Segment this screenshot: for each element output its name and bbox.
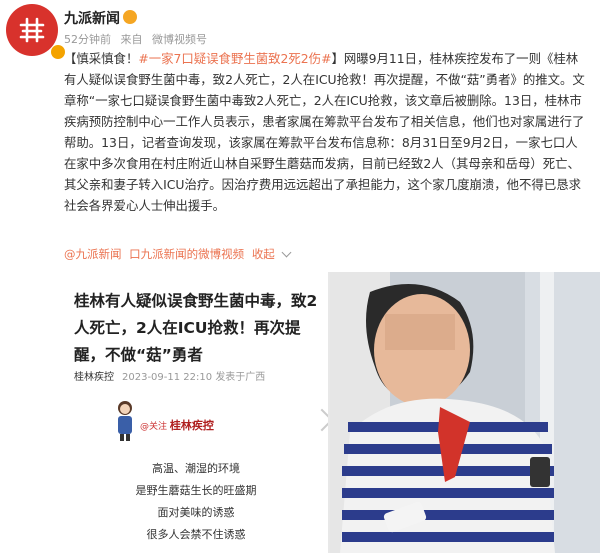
card-line: 面对美味的诱惑: [157, 506, 235, 519]
card-line: 很多人会禁不住诱惑: [146, 528, 246, 541]
member-badge-icon: [123, 10, 137, 24]
card-title: 桂林有人疑似误食野生菌中毒，致2人死亡，2人在ICU抢救！再次提醒，不做“菇”勇…: [74, 292, 318, 364]
post-footer: @九派新闻 口九派新闻的微博视频 收起: [64, 246, 298, 262]
post-body-text: 《桂林有人疑似误食野生菌中毒，致2人死亡，2人在ICU抢救！再次提醒，不做“菇”…: [64, 51, 585, 213]
post-body: 【慎采慎食！#一家7口疑误食野生菌致2死2伤#】网曝9月11日，桂林疾控发布了一…: [64, 48, 590, 216]
card-source-name: 桂林疾控: [74, 372, 114, 383]
post-time: 52分钟前: [64, 33, 111, 46]
card-text-lines: 高温、潮湿的环境 是野生蘑菇生长的旺盛期 面对美味的诱惑 很多人会禁不住诱惑: [64, 458, 328, 546]
card-source: 桂林疾控 2023-09-11 22:10 发表于广西: [74, 368, 265, 383]
post-from-label: 来自: [120, 33, 143, 46]
card-location: 发表于广西: [215, 372, 266, 383]
post-source-link[interactable]: 微博视频号: [152, 33, 207, 46]
mascot-icon: [118, 401, 132, 441]
card-line: 是野生蘑菇生长的旺盛期: [135, 484, 257, 497]
video-link[interactable]: 口九派新闻的微博视频: [129, 247, 244, 261]
collapse-button[interactable]: 收起: [252, 247, 294, 261]
post-hashtag[interactable]: #一家7口疑误食野生菌致2死2伤#: [138, 51, 331, 66]
mascot-name: 桂林疾控: [169, 419, 214, 432]
media-area: 桂林有人疑似误食野生菌中毒，致2人死亡，2人在ICU抢救！再次提醒，不做“菇”勇…: [64, 272, 600, 553]
post-header: 九派新闻 52分钟前 来自 微博视频号: [0, 0, 600, 60]
post-prefix: 【慎采慎食！: [64, 51, 139, 66]
card-date: 2023-09-11 22:10: [122, 372, 213, 383]
mascot-label: @关注 桂林疾控: [140, 419, 214, 432]
jiupai-logo-icon: [19, 17, 45, 43]
child-in-hospital-image: [330, 272, 600, 553]
mention-link[interactable]: @九派新闻: [64, 247, 122, 261]
child-photo[interactable]: [330, 272, 600, 553]
post-line1-rest: 】网曝9月11日，桂林疾控发布了一则: [331, 51, 541, 66]
account-name[interactable]: 九派新闻: [64, 8, 137, 28]
post-meta: 52分钟前 来自 微博视频号: [64, 31, 213, 47]
account-avatar[interactable]: [6, 4, 66, 60]
article-card[interactable]: 桂林有人疑似误食野生菌中毒，致2人死亡，2人在ICU抢救！再次提醒，不做“菇”勇…: [64, 272, 334, 553]
chevron-up-icon: [281, 247, 292, 258]
card-line: 高温、潮湿的环境: [152, 462, 240, 475]
